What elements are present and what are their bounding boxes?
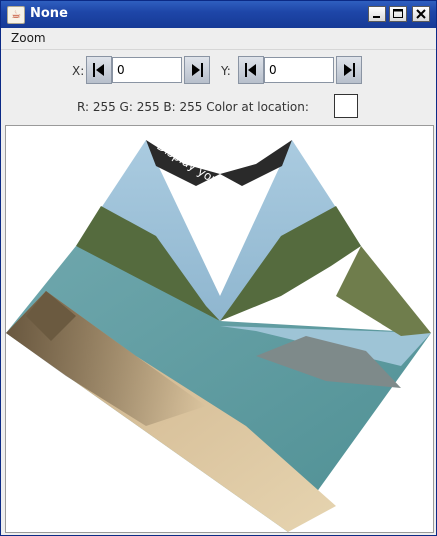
- minimize-button[interactable]: [368, 6, 386, 22]
- maximize-button[interactable]: [389, 6, 407, 22]
- x-input[interactable]: [112, 57, 182, 83]
- arrow-right-icon: [192, 63, 203, 77]
- maximize-icon: [393, 9, 403, 18]
- x-increment-button[interactable]: [184, 56, 210, 84]
- arrow-right-icon: [344, 63, 355, 77]
- title-bar[interactable]: ☕ None: [1, 1, 436, 28]
- close-icon: [416, 9, 426, 19]
- controls-panel: X: Y: R: 255: [1, 50, 436, 122]
- arrow-left-icon: [245, 63, 256, 77]
- arrow-left-icon: [93, 63, 104, 77]
- y-decrement-button[interactable]: [238, 56, 264, 84]
- y-label: Y:: [221, 64, 231, 78]
- image-canvas[interactable]: Display your image Display your image: [5, 125, 434, 533]
- java-cup-icon: ☕: [7, 6, 25, 24]
- pixel-color-readout: R: 255 G: 255 B: 255 Color at location:: [77, 100, 309, 114]
- x-label: X:: [72, 64, 85, 78]
- window-title: None: [30, 6, 68, 21]
- menu-bar: Zoom: [1, 28, 436, 50]
- menu-zoom[interactable]: Zoom: [11, 31, 46, 45]
- app-window: ☕ None Zoom X: 0 Y: 0 R: 255 G: 255 B: 2…: [0, 0, 437, 536]
- y-increment-button[interactable]: [336, 56, 362, 84]
- minimize-icon: [373, 16, 380, 18]
- color-swatch: [334, 94, 358, 118]
- x-decrement-button[interactable]: [86, 56, 112, 84]
- close-button[interactable]: [412, 6, 430, 22]
- transformed-photo: Display your image Display your image: [6, 128, 431, 532]
- y-input[interactable]: [264, 57, 334, 83]
